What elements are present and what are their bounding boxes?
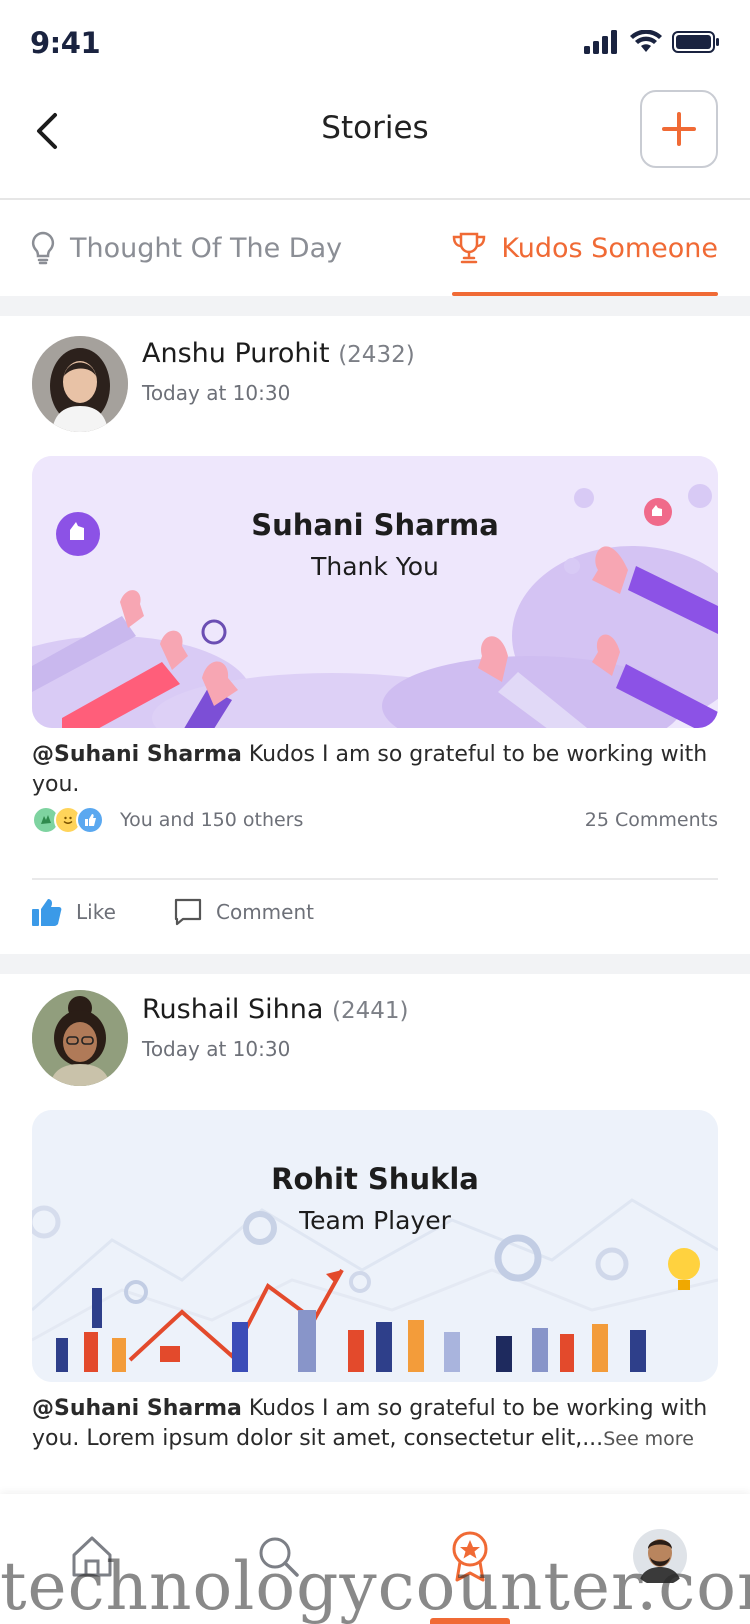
post-card: Anshu Purohit (2432) Today at 10:30 Suha…: [0, 316, 750, 954]
banner-recipient-name: Suhani Sharma: [251, 508, 499, 542]
status-time: 9:41: [30, 26, 101, 60]
top-app-bar: Stories: [0, 88, 750, 200]
comment-label: Comment: [216, 900, 314, 924]
mention[interactable]: @Suhani Sharma: [32, 1396, 242, 1421]
story-tabs: Thought Of The Day Kudos Someone: [0, 200, 750, 296]
post-timestamp: Today at 10:30: [142, 1037, 291, 1061]
watermark: technologycounter.com: [0, 1548, 750, 1624]
tab-label: Thought Of The Day: [70, 232, 343, 264]
section-divider: [0, 954, 750, 974]
battery-icon: [672, 31, 719, 53]
author-score: (2432): [338, 342, 415, 368]
reactions-summary[interactable]: You and 150 others: [120, 809, 303, 831]
see-more-link[interactable]: See more: [603, 1428, 694, 1450]
mention[interactable]: @Suhani Sharma: [32, 742, 242, 767]
banner-recipient-name: Rohit Shukla: [271, 1162, 479, 1196]
like-label: Like: [76, 900, 116, 924]
author-name: Rushail Sihna: [142, 994, 324, 1025]
comments-count[interactable]: 25 Comments: [585, 809, 718, 831]
post-timestamp: Today at 10:30: [142, 381, 291, 405]
thank-you-illustration: [32, 456, 718, 728]
banner-subtitle: Thank You: [311, 552, 439, 581]
post-author[interactable]: Rushail Sihna (2441): [142, 994, 408, 1025]
avatar[interactable]: [32, 336, 128, 432]
avatar[interactable]: [32, 990, 128, 1086]
section-divider: [0, 296, 750, 316]
like-reaction-icon: [76, 806, 104, 834]
post-message: @Suhani Sharma Kudos I am so grateful to…: [32, 1394, 722, 1454]
team-player-illustration: [32, 1110, 718, 1382]
actions-divider: [32, 878, 718, 880]
page-title: Stories: [321, 110, 429, 146]
reaction-icons[interactable]: [32, 806, 104, 834]
comment-button[interactable]: Comment: [174, 898, 314, 926]
tab-label: Kudos Someone: [501, 232, 718, 264]
kudos-banner: Rohit Shukla Team Player: [32, 1110, 718, 1382]
thumbs-up-icon: [32, 899, 62, 926]
author-photo: [32, 336, 128, 432]
author-name: Anshu Purohit: [142, 338, 330, 369]
post-message: @Suhani Sharma Kudos I am so grateful to…: [32, 740, 722, 800]
add-story-button[interactable]: [640, 90, 718, 168]
plus-icon: [662, 112, 696, 146]
status-icons: [584, 30, 720, 54]
like-button[interactable]: Like: [32, 898, 116, 926]
banner-subtitle: Team Player: [299, 1206, 451, 1235]
signal-icon: [584, 30, 617, 54]
author-photo: [32, 990, 128, 1086]
tab-kudos-someone[interactable]: Kudos Someone: [451, 200, 718, 296]
post-author[interactable]: Anshu Purohit (2432): [142, 338, 415, 369]
tab-thought-of-the-day[interactable]: Thought Of The Day: [30, 200, 342, 296]
comment-icon: [174, 898, 202, 926]
lightbulb-icon: [31, 231, 55, 265]
post-card: Rushail Sihna (2441) Today at 10:30 Rohi…: [0, 974, 750, 1494]
wifi-icon: [630, 30, 662, 52]
status-bar: 9:41: [0, 0, 750, 88]
author-score: (2441): [331, 998, 409, 1024]
reactions-row: You and 150 others 25 Comments: [32, 804, 718, 836]
trophy-icon: [453, 232, 486, 264]
kudos-banner: Suhani Sharma Thank You: [32, 456, 718, 728]
